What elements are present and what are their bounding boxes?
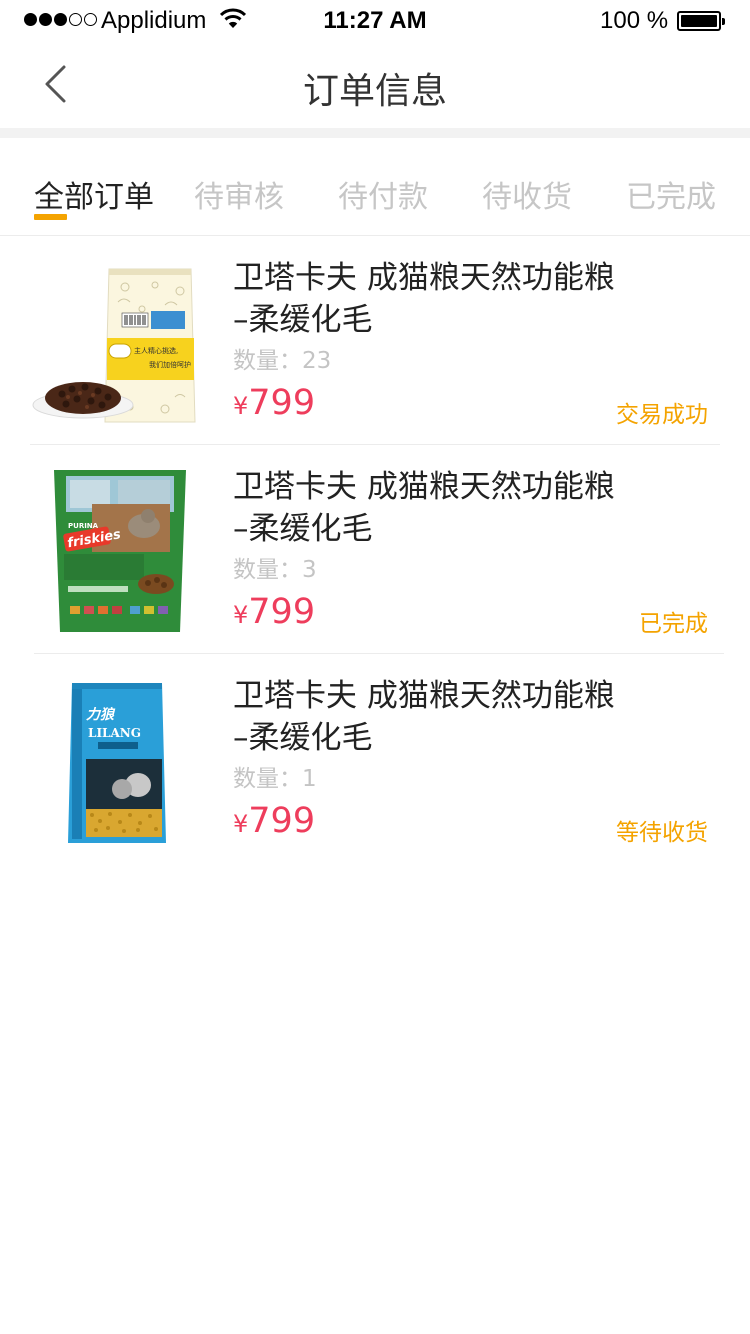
active-tab-indicator: [34, 214, 67, 220]
svg-text:LILANG: LILANG: [88, 726, 141, 740]
order-item[interactable]: 主人精心挑选, 我们加倍呵护 卫塔卡夫 成猫粮天然功能粮 –柔缓化毛 数量：23…: [0, 237, 750, 447]
cat-food-bag-green-image: PURINA friskies: [54, 470, 186, 632]
tab-pending-review[interactable]: 待审核: [194, 172, 284, 216]
divider: [34, 653, 724, 654]
status-badge: 等待收货: [616, 820, 708, 846]
quantity: 数量：23: [233, 348, 332, 374]
price: ¥799: [233, 383, 316, 423]
order-item[interactable]: 力狼 LILANG 卫塔卡夫 成猫粮天然功能粮 –柔缓化毛 数量：1 ¥799 …: [0, 655, 750, 865]
product-title: 卫塔卡夫 成猫粮天然功能粮 –柔缓化毛: [233, 260, 615, 338]
tab-pending-payment[interactable]: 待付款: [338, 172, 428, 216]
cat-food-bag-yellow-image: 主人精心挑选, 我们加倍呵护: [32, 268, 196, 423]
order-item[interactable]: PURINA friskies 卫塔卡夫 成猫粮天然功能粮 –柔缓化毛 数量：3…: [0, 446, 750, 656]
product-title: 卫塔卡夫 成猫粮天然功能粮 –柔缓化毛: [233, 678, 615, 756]
order-tabs: 全部订单 待审核 待付款 待收货 已完成: [0, 138, 750, 236]
nav-bar: 订单信息: [0, 40, 750, 128]
status-bar: Applidium 11:27 AM 100 %: [0, 0, 750, 40]
quantity: 数量：3: [233, 557, 317, 583]
divider: [30, 444, 720, 445]
product-title: 卫塔卡夫 成猫粮天然功能粮 –柔缓化毛: [233, 469, 615, 547]
page-title: 订单信息: [302, 71, 447, 112]
status-badge: 已完成: [639, 611, 708, 637]
svg-text:主人精心挑选,: 主人精心挑选,: [134, 346, 178, 355]
tab-completed[interactable]: 已完成: [626, 172, 716, 216]
price: ¥799: [233, 592, 316, 632]
tab-pending-delivery[interactable]: 待收货: [482, 172, 572, 216]
section-separator: [0, 128, 750, 138]
tab-all-orders[interactable]: 全部订单: [34, 172, 154, 216]
quantity: 数量：1: [233, 766, 317, 792]
svg-text:力狼: 力狼: [86, 706, 116, 723]
cat-food-bag-blue-image: 力狼 LILANG: [68, 683, 166, 843]
svg-text:我们加倍呵护: 我们加倍呵护: [149, 360, 191, 369]
battery-icon: [677, 11, 725, 31]
battery-percent: 100 %: [600, 7, 669, 34]
status-badge: 交易成功: [616, 402, 708, 428]
price: ¥799: [233, 801, 316, 841]
